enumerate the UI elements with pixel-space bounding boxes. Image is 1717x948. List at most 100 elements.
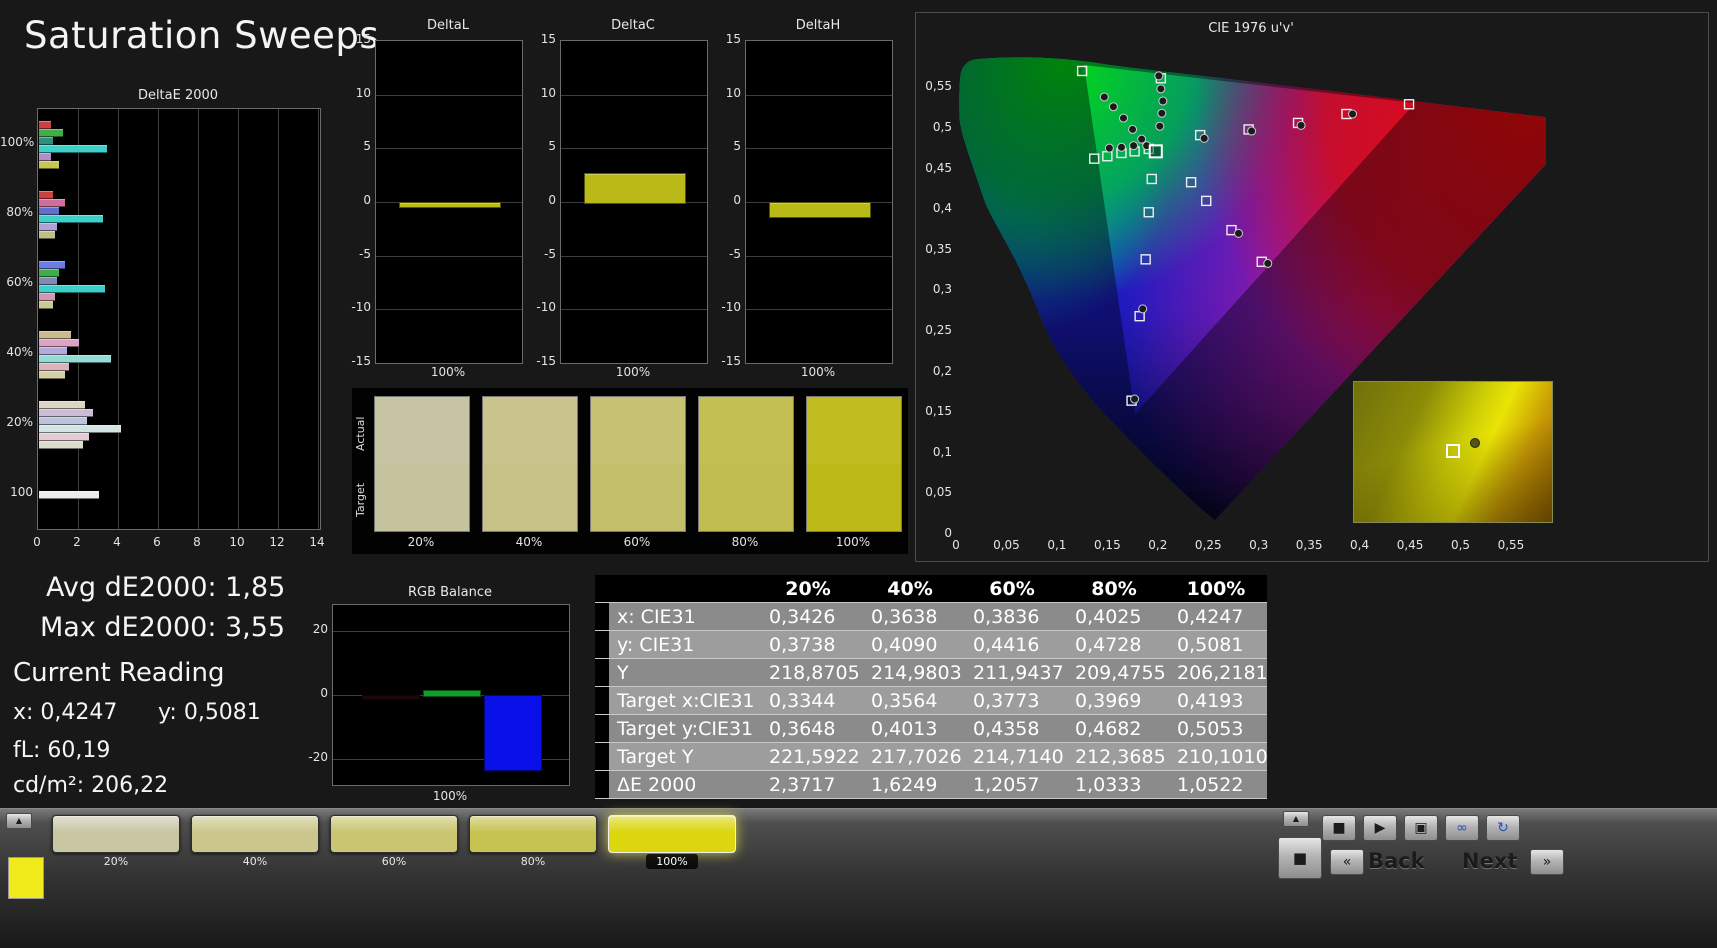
bar [39, 191, 53, 199]
y-axis-tick-label: 5 [341, 138, 371, 154]
table-cell: 0,4247 [1165, 603, 1267, 631]
table-row-label: Target x:CIE31 [609, 687, 757, 715]
measurement-marker [1139, 305, 1147, 313]
bar [39, 347, 67, 355]
table-cell: 0,4416 [961, 631, 1063, 659]
bar [39, 277, 57, 285]
bar [39, 293, 55, 301]
measurement-marker [1200, 134, 1208, 142]
transport-save-button[interactable]: ▣ [1404, 815, 1438, 841]
transport-refresh-button[interactable]: ↻ [1486, 815, 1520, 841]
bar [39, 161, 59, 169]
table-cell: 211,9437 [961, 659, 1063, 687]
deltah-chart-title: DeltaH [745, 18, 891, 33]
transport-loop-button[interactable]: ∞ [1445, 815, 1479, 841]
y-axis-tick-label: 0,1 [918, 444, 952, 460]
transport-stop-large-button[interactable]: ■ [1278, 837, 1322, 879]
gridline [318, 109, 319, 529]
table-edge-cell [595, 743, 609, 771]
table-cell: 210,1010 [1165, 743, 1267, 771]
y-axis-tick-label: 0,45 [918, 160, 952, 176]
table-header-cell: 100% [1165, 575, 1267, 603]
y-axis-tick-label: 15 [341, 31, 371, 47]
x-axis-tick-label: 0,55 [1494, 537, 1528, 553]
bar [39, 285, 105, 293]
bar [584, 173, 686, 204]
measurement-marker [1130, 142, 1138, 150]
bar [39, 371, 65, 379]
collapse-right-button[interactable]: ▲ [1283, 811, 1309, 827]
y-axis-tick-label: -5 [526, 246, 556, 262]
y-axis-tick-label: -15 [526, 353, 556, 369]
x-axis-tick-label: 0,25 [1191, 537, 1225, 553]
saturation-level-button[interactable] [330, 815, 458, 853]
measurement-marker [1248, 127, 1256, 135]
saturation-level-button[interactable] [191, 815, 319, 853]
swatch-target [699, 464, 793, 531]
table-row: Target x:CIE310,33440,35640,37730,39690,… [595, 687, 1267, 715]
measurement-marker [1297, 121, 1305, 129]
measurement-marker [1100, 93, 1108, 101]
table-row: Y218,8705214,9803211,9437209,4755206,218… [595, 659, 1267, 687]
current-x-value: x: 0,4247 [13, 700, 117, 725]
table-row: x: CIE310,34260,36380,38360,40250,4247 [595, 603, 1267, 631]
x-axis-tick-label: 0,2 [1141, 537, 1175, 553]
table-cell: 0,4358 [961, 715, 1063, 743]
current-color-tile[interactable] [8, 857, 44, 899]
table-cell: 0,3773 [961, 687, 1063, 715]
bar [39, 417, 87, 425]
table-row-label: Target y:CIE31 [609, 715, 757, 743]
table-cell: 209,4755 [1063, 659, 1165, 687]
y-axis-tick-label: 10 [341, 85, 371, 101]
saturation-level-label: 20% [52, 855, 180, 868]
current-y-value: y: 0,5081 [158, 700, 261, 725]
current-cdm2-value: cd/m²: 206,22 [13, 773, 168, 798]
gridline [561, 148, 707, 149]
deltah-xlabel: 100% [745, 364, 891, 380]
y-axis-tick-label: 0,3 [918, 281, 952, 297]
swatch-actual [699, 397, 793, 464]
transport-play-button[interactable]: ▶ [1363, 815, 1397, 841]
y-axis-tick-label: 5 [526, 138, 556, 154]
saturation-level-button[interactable] [52, 815, 180, 853]
y-axis-tick-label: -10 [711, 299, 741, 315]
table-header-cell: 60% [961, 575, 1063, 603]
swatch-target [483, 464, 577, 531]
y-axis-tick-label: -5 [341, 246, 371, 262]
measurement-marker [1155, 72, 1163, 80]
bar [39, 121, 51, 129]
y-axis-tick-label: 0 [341, 192, 371, 208]
bar [39, 433, 89, 441]
y-axis-tick-label: -10 [341, 299, 371, 315]
cie-chart-title: CIE 1976 u'v' [956, 21, 1546, 36]
application-window: Saturation Sweeps DeltaE 2000 DeltaL 100… [0, 0, 1717, 948]
swatch-label: 60% [590, 534, 684, 550]
table-edge-cell [595, 715, 609, 743]
gridline [376, 148, 522, 149]
saturation-level-button[interactable] [608, 815, 736, 853]
bar [769, 202, 871, 218]
swatch [590, 396, 686, 532]
swatch-actual [807, 397, 901, 464]
table-row-label: Y [609, 659, 757, 687]
nav-next-arrow-button[interactable]: » [1530, 849, 1564, 875]
deltal-chart [375, 40, 523, 364]
x-axis-tick-label: 10 [227, 534, 247, 550]
nav-back-arrow-button[interactable]: « [1330, 849, 1364, 875]
bar [39, 301, 53, 309]
bar [39, 425, 121, 433]
y-axis-tick-label: 20% [0, 414, 33, 430]
swatch-target [807, 464, 901, 531]
collapse-left-button[interactable]: ▲ [6, 813, 32, 829]
nav-next-label[interactable]: Next [1462, 849, 1517, 873]
nav-back-label[interactable]: Back [1368, 849, 1425, 873]
gridline [78, 109, 79, 529]
transport-stop-button[interactable]: ■ [1322, 815, 1356, 841]
table-cell: 221,5922 [757, 743, 859, 771]
table-cell: 214,7140 [961, 743, 1063, 771]
results-table: 20%40%60%80%100%x: CIE310,34260,36380,38… [595, 575, 1267, 799]
saturation-level-button[interactable] [469, 815, 597, 853]
table-cell: 0,4025 [1063, 603, 1165, 631]
measurement-marker [1158, 109, 1166, 117]
y-axis-tick-label: 0,15 [918, 403, 952, 419]
